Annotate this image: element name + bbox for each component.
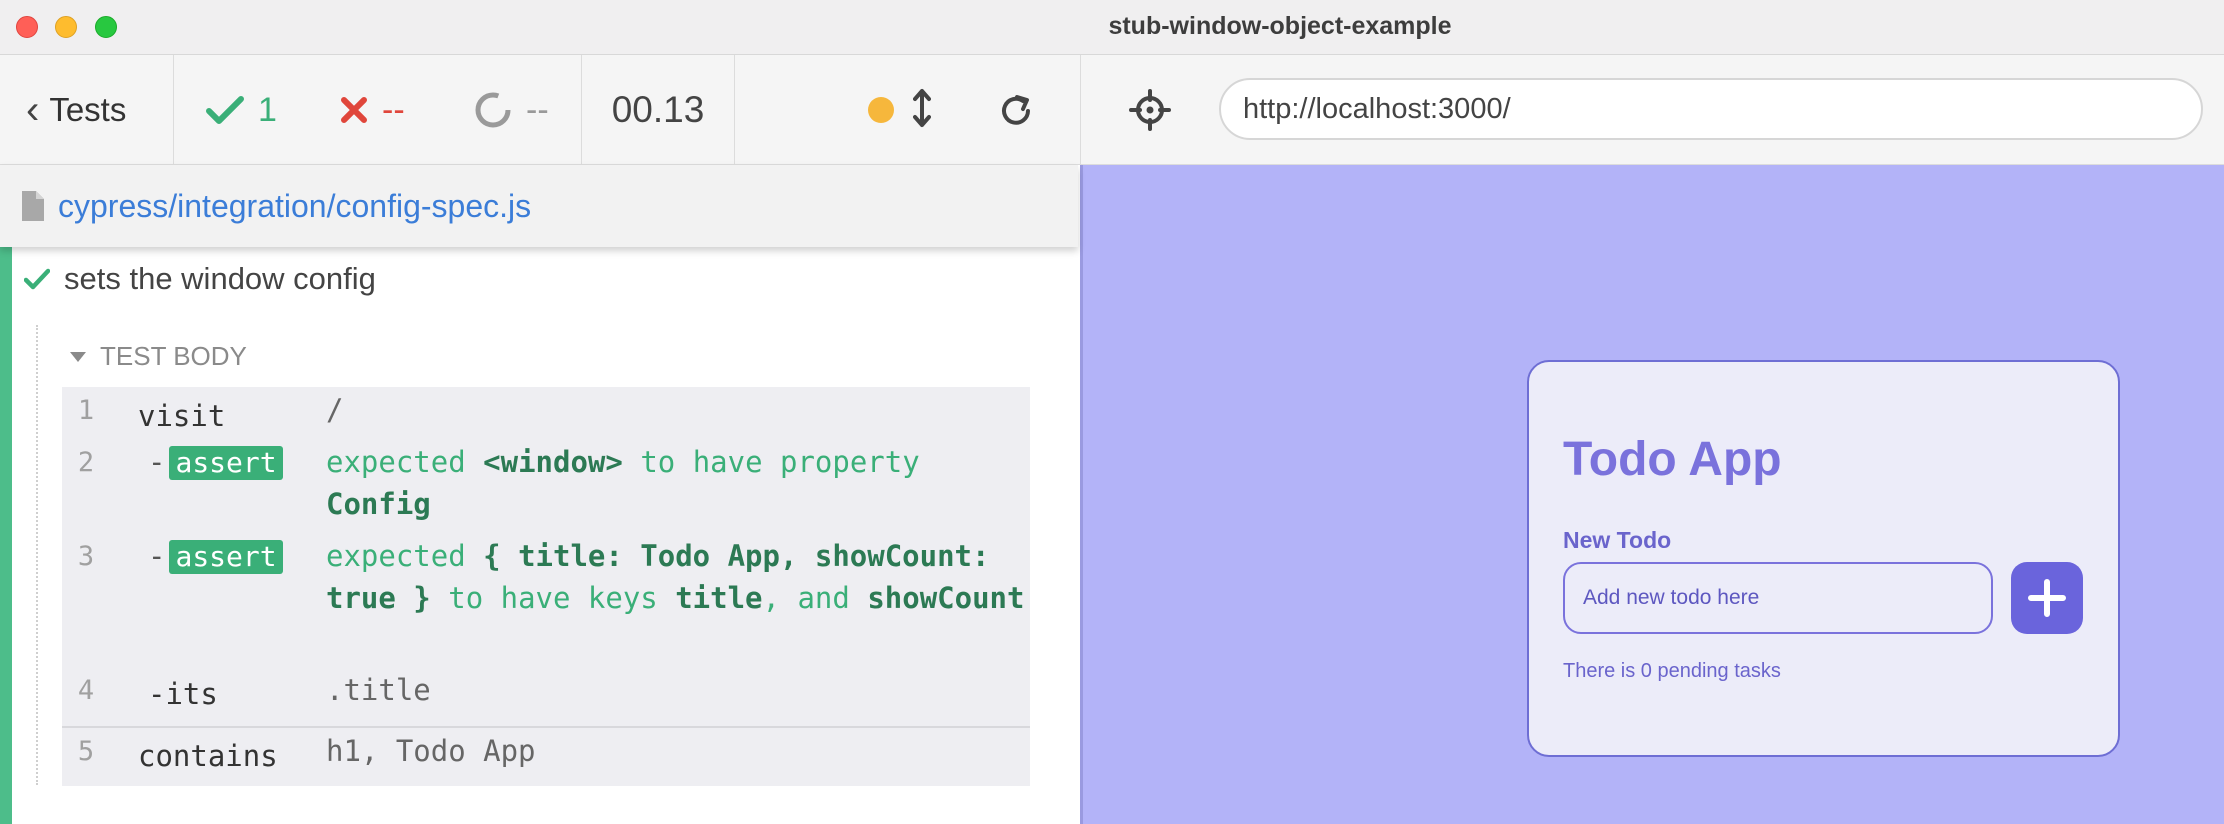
command-message: expected <window> to have property Confi…	[326, 441, 1026, 525]
command-message: expected { title: Todo App, showCount: t…	[326, 535, 1026, 619]
test-body-label: TEST BODY	[100, 341, 247, 371]
check-icon	[206, 96, 244, 124]
command-dash: -	[148, 445, 166, 479]
assert-badge: assert	[169, 446, 283, 480]
command-name: -its	[148, 677, 218, 711]
command-name: contains	[138, 739, 278, 773]
spec-file-bar: cypress/integration/config-spec.js	[0, 165, 1078, 247]
duration: 00.13	[582, 55, 735, 165]
failed-stat: --	[340, 55, 405, 165]
message-text: to have property	[640, 445, 920, 479]
message-text: , and	[762, 581, 850, 615]
command-name: visit	[138, 399, 226, 433]
test-title: sets the window config	[64, 261, 376, 296]
x-icon	[341, 97, 367, 123]
pending-stat: --	[474, 55, 549, 165]
message-value: title	[675, 581, 763, 615]
command-number: 5	[77, 736, 95, 767]
pending-count-text: There is 0 pending tasks	[1563, 660, 1781, 682]
new-todo-label: New Todo	[1563, 527, 1672, 553]
todo-card: Todo App New Todo There is 0 pending tas…	[1527, 360, 2120, 757]
command-row[interactable]: 1 visit /	[62, 387, 1030, 439]
command-message: h1, Todo App	[326, 734, 536, 768]
caret-down-icon	[70, 351, 86, 362]
message-value: Config	[326, 487, 431, 521]
command-message: .title	[326, 673, 431, 707]
spec-file-link[interactable]: cypress/integration/config-spec.js	[58, 188, 531, 225]
pending-count: --	[526, 90, 549, 129]
command-number: 2	[77, 447, 95, 478]
failed-count: --	[382, 90, 405, 129]
command-dash: -	[148, 539, 166, 573]
vertical-resize-icon[interactable]	[913, 88, 931, 128]
passed-count: 1	[258, 90, 277, 129]
url-field[interactable]	[1219, 78, 2203, 140]
message-value: <window>	[483, 445, 623, 479]
runner-header: ‹ Tests 1 -- -- 00.13	[0, 55, 1080, 165]
selector-playground-icon[interactable]	[1129, 89, 1171, 131]
status-indicator-dot	[868, 97, 894, 123]
command-row[interactable]: 2 - assert expected <window> to have prop…	[62, 439, 1030, 533]
command-row[interactable]: 5 contains h1, Todo App	[62, 728, 1030, 786]
command-list: 1 visit / 2 - assert expected <window> to…	[62, 387, 1030, 786]
reload-icon[interactable]	[997, 92, 1035, 130]
chevron-left-icon: ‹	[26, 88, 40, 132]
command-log: sets the window config TEST BODY 1 visit…	[0, 247, 1080, 824]
message-text: to have keys	[448, 581, 658, 615]
runner-controls	[735, 55, 1080, 165]
duration-value: 00.13	[611, 89, 705, 130]
command-message: /	[326, 393, 344, 427]
command-number: 1	[77, 395, 95, 426]
command-row[interactable]: 4 -its .title	[62, 667, 1030, 725]
back-label: Tests	[49, 91, 127, 128]
aut-toolbar	[1080, 55, 2224, 165]
passed-stat: 1	[206, 55, 277, 165]
check-icon	[24, 268, 50, 290]
message-value: showCount	[867, 581, 1025, 615]
add-todo-button[interactable]	[2011, 562, 2083, 634]
test-body-toggle[interactable]: TEST BODY	[70, 341, 247, 372]
spinner-icon	[475, 92, 511, 128]
test-stats: 1 -- --	[174, 55, 582, 165]
window-titlebar: stub-window-object-example	[0, 0, 2224, 55]
plus-icon	[2028, 579, 2066, 617]
message-text: expected	[326, 539, 466, 573]
test-body-divider	[36, 325, 38, 785]
app-title: Todo App	[1563, 433, 1782, 486]
assert-badge: assert	[169, 540, 283, 574]
app-viewport: Todo App New Todo There is 0 pending tas…	[1080, 165, 2224, 824]
passed-test-indicator	[0, 247, 12, 824]
back-to-tests-button[interactable]: ‹ Tests	[0, 55, 174, 165]
window-title: stub-window-object-example	[1108, 12, 1452, 40]
file-icon	[22, 191, 44, 221]
new-todo-input[interactable]	[1563, 562, 1993, 634]
test-title-row[interactable]: sets the window config	[24, 261, 376, 297]
command-number: 4	[77, 675, 95, 706]
command-number: 3	[77, 541, 95, 572]
command-row[interactable]: 3 - assert expected { title: Todo App, sh…	[62, 533, 1030, 667]
message-text: expected	[326, 445, 466, 479]
